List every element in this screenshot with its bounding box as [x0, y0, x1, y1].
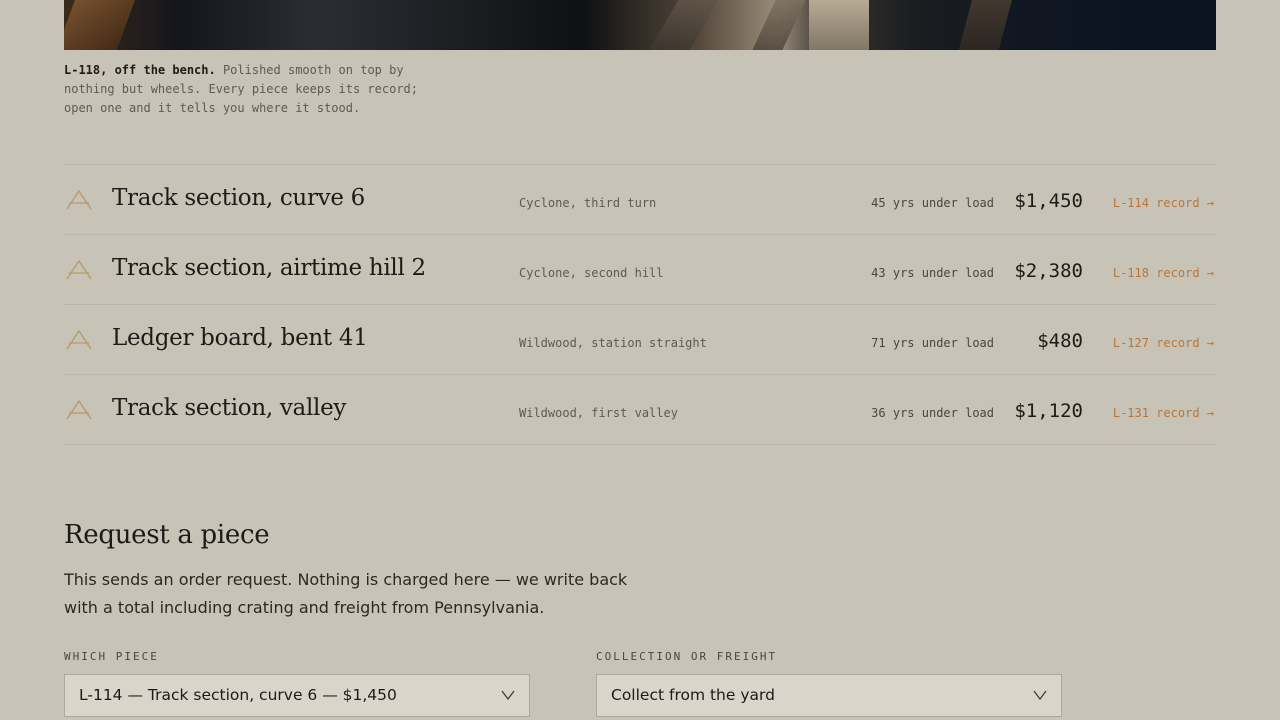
record-link[interactable]: L-118 record →	[1113, 266, 1214, 280]
piece-name: Track section, valley	[112, 395, 347, 421]
delivery-select-label: COLLECTION OR FREIGHT	[596, 650, 778, 663]
piece-years: 43 yrs under load	[871, 266, 994, 280]
piece-name: Ledger board, bent 41	[112, 325, 368, 351]
request-title: Request a piece	[64, 520, 270, 550]
hero-photo	[64, 0, 1216, 50]
triangle-icon	[66, 190, 92, 210]
triangle-icon	[66, 400, 92, 420]
piece-years: 36 yrs under load	[871, 406, 994, 420]
record-link[interactable]: L-114 record →	[1113, 196, 1214, 210]
piece-name: Track section, airtime hill 2	[112, 255, 426, 281]
piece-price: $480	[1037, 330, 1083, 352]
photo-caption: L-118, off the bench. Polished smooth on…	[64, 61, 434, 118]
list-item: Track section, valley Wildwood, first va…	[64, 375, 1216, 445]
chevron-down-icon	[501, 690, 515, 700]
record-link[interactable]: L-131 record →	[1113, 406, 1214, 420]
piece-price: $1,450	[1014, 190, 1083, 212]
piece-list: Track section, curve 6 Cyclone, third tu…	[64, 164, 1216, 445]
chevron-down-icon	[1033, 690, 1047, 700]
list-item: Track section, airtime hill 2 Cyclone, s…	[64, 235, 1216, 305]
triangle-icon	[66, 330, 92, 350]
piece-location: Wildwood, station straight	[519, 336, 707, 350]
piece-location: Cyclone, second hill	[519, 266, 664, 280]
request-description: This sends an order request. Nothing is …	[64, 570, 628, 617]
piece-select[interactable]: L-114 — Track section, curve 6 — $1,450	[64, 674, 530, 717]
triangle-icon	[66, 260, 92, 280]
piece-select-value: L-114 — Track section, curve 6 — $1,450	[79, 686, 397, 704]
list-item: Track section, curve 6 Cyclone, third tu…	[64, 165, 1216, 235]
piece-location: Cyclone, third turn	[519, 196, 657, 210]
piece-name: Track section, curve 6	[112, 185, 365, 211]
delivery-select[interactable]: Collect from the yard	[596, 674, 1062, 717]
piece-years: 45 yrs under load	[871, 196, 994, 210]
piece-select-label: WHICH PIECE	[64, 650, 159, 663]
caption-bold: L-118, off the bench.	[64, 63, 216, 77]
piece-years: 71 yrs under load	[871, 336, 994, 350]
record-link[interactable]: L-127 record →	[1113, 336, 1214, 350]
list-item: Ledger board, bent 41 Wildwood, station …	[64, 305, 1216, 375]
piece-location: Wildwood, first valley	[519, 406, 678, 420]
piece-price: $2,380	[1014, 260, 1083, 282]
piece-price: $1,120	[1014, 400, 1083, 422]
delivery-select-value: Collect from the yard	[611, 686, 775, 704]
